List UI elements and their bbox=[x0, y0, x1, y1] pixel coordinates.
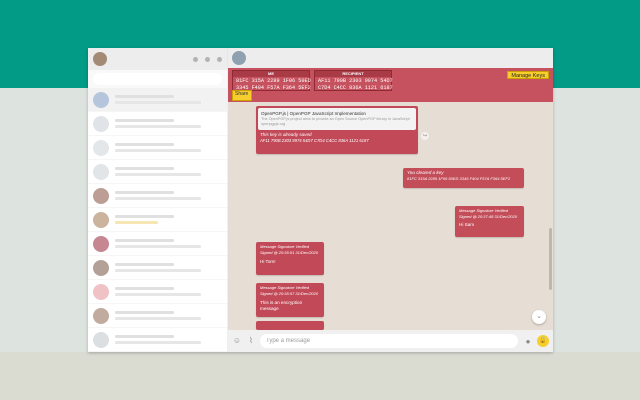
link-domain: openpgpjs.org bbox=[261, 122, 286, 126]
attach-icon[interactable]: ⌇ bbox=[246, 336, 256, 346]
message-bubble-outgoing[interactable]: You cleared a key 81FC 315A 2289 1F06 50… bbox=[403, 168, 524, 188]
message-input[interactable] bbox=[260, 334, 518, 348]
message-fingerprint: AF11 790B 2303 9974 54D7 C7D4 C4CC 836A … bbox=[260, 138, 369, 143]
scroll-down-button[interactable]: ⌄ bbox=[532, 310, 546, 324]
message-bubble-incoming[interactable]: Message Signature Verified Signed @ 20:3… bbox=[256, 242, 324, 275]
menu-icon[interactable] bbox=[217, 56, 222, 62]
signature-timestamp: Signed @ 20:37:48 31/Dec/2020 bbox=[459, 214, 518, 219]
message-bubble-incoming[interactable]: OpenPGP.js | OpenPGP JavaScript Implemen… bbox=[256, 106, 418, 154]
message-text: This is an encryption message bbox=[260, 300, 303, 311]
share-button[interactable]: Share bbox=[232, 90, 252, 101]
message-bubble-incoming[interactable] bbox=[256, 321, 324, 330]
chat-scrollbar[interactable] bbox=[549, 228, 552, 290]
chat-pane: ME 81FC 315A 2289 1F06 50ED 3345 F404 F5… bbox=[228, 48, 553, 352]
chevron-down-icon: ⌄ bbox=[536, 313, 542, 320]
message-text: Hi Sam bbox=[459, 222, 475, 227]
microphone-icon[interactable]: ● bbox=[523, 337, 533, 346]
sidebar-header bbox=[88, 48, 227, 70]
status-icon[interactable] bbox=[193, 56, 198, 62]
recipient-key-fingerprint-line2: C7D4 C4CC 836A 1121 6187 bbox=[318, 85, 393, 91]
keys-banner: ME 81FC 315A 2289 1F06 50ED 3345 F404 F5… bbox=[228, 68, 553, 102]
sidebar-blur-overlay bbox=[88, 70, 228, 352]
contact-avatar[interactable] bbox=[232, 51, 246, 65]
message-bubble-incoming[interactable]: Message Signature Verified Signed @ 20:3… bbox=[256, 283, 324, 317]
message-text: Hi Tom! bbox=[260, 259, 276, 264]
sidebar bbox=[88, 48, 228, 352]
my-key-fingerprint-line1: 81FC 315A 2289 1F06 50ED bbox=[236, 78, 311, 84]
chat-header[interactable] bbox=[228, 48, 553, 68]
forward-icon[interactable]: ↪ bbox=[421, 132, 429, 140]
new-chat-icon[interactable] bbox=[205, 56, 210, 62]
link-preview[interactable]: OpenPGP.js | OpenPGP JavaScript Implemen… bbox=[258, 108, 416, 130]
recipient-key-panel: RECIPIENT AF11 790B 2303 9974 54D7 C7D4 … bbox=[314, 70, 393, 91]
lock-icon[interactable]: 🔒 bbox=[537, 335, 549, 347]
share-label: Share bbox=[235, 91, 249, 97]
background-band-bottom bbox=[0, 352, 640, 400]
message-fingerprint: 81FC 315A 2289 1F06 50ED 3345 F404 F57A … bbox=[407, 176, 511, 181]
signature-timestamp: Signed @ 20:35:57 31/Dec/2020 bbox=[260, 291, 319, 296]
recipient-key-fingerprint-line1: AF11 790B 2303 9974 54D7 bbox=[318, 78, 393, 84]
my-key-panel: ME 81FC 315A 2289 1F06 50ED 3345 F404 F5… bbox=[232, 70, 311, 91]
app-window: ME 81FC 315A 2289 1F06 50ED 3345 F404 F5… bbox=[88, 48, 553, 352]
emoji-icon[interactable]: ☺ bbox=[232, 336, 242, 346]
signature-timestamp: Signed @ 20:35:51 31/Dec/2020 bbox=[260, 250, 319, 255]
message-bubble-outgoing[interactable]: Message Signature Verified Signed @ 20:3… bbox=[455, 206, 524, 237]
composer: ☺ ⌇ ● 🔒 bbox=[228, 330, 553, 352]
manage-keys-button[interactable]: Manage Keys bbox=[507, 71, 549, 79]
avatar[interactable] bbox=[93, 52, 107, 66]
